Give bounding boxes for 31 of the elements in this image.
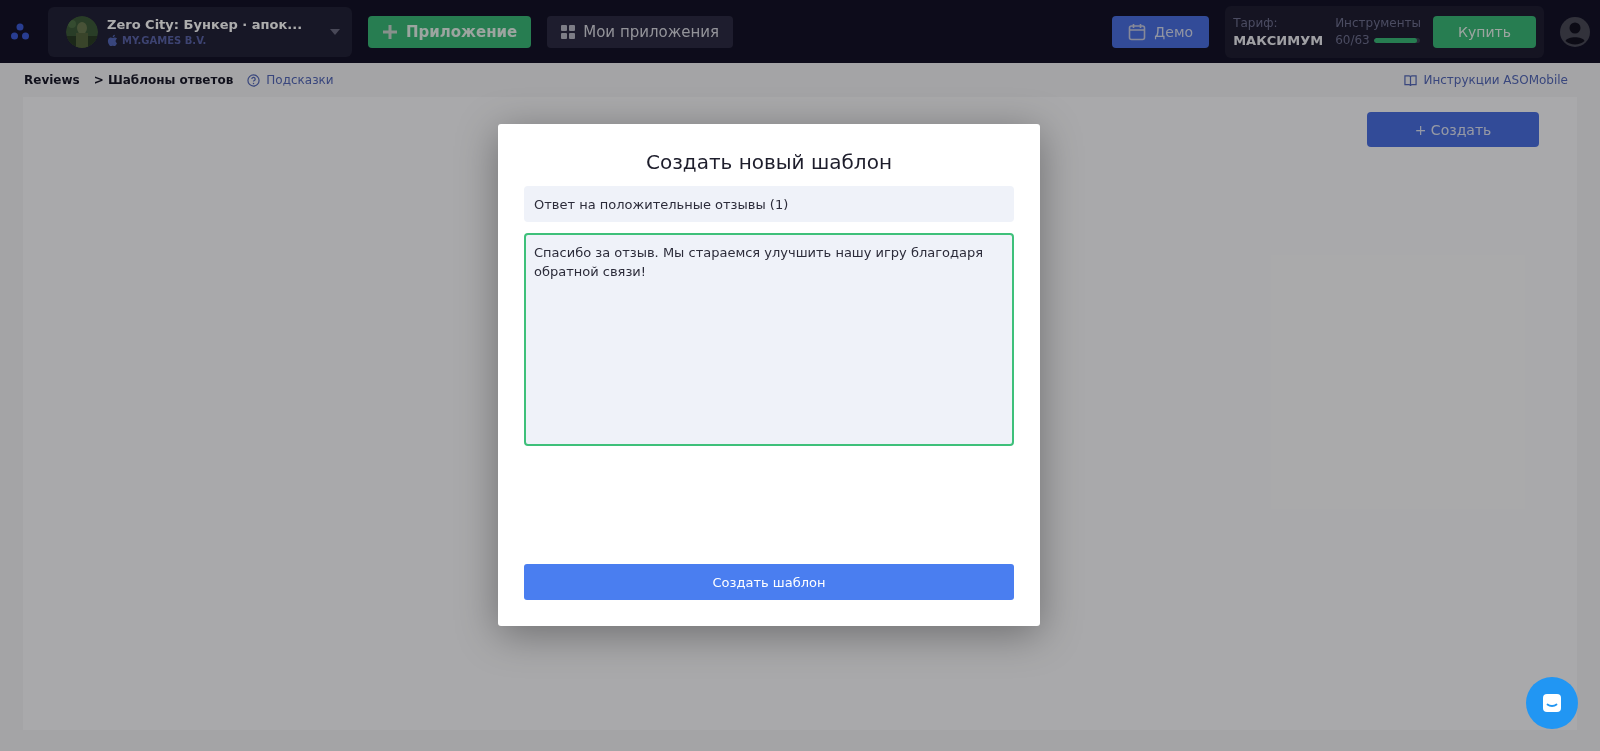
buy-button[interactable]: Купить [1433,15,1536,48]
create-button[interactable]: + Создать [1367,112,1539,147]
breadcrumb-item[interactable]: Reviews [24,73,80,87]
modal-title: Создать новый шаблон [645,150,893,174]
tools-label: Инструменты [1335,16,1421,30]
tools-progress [1373,37,1420,43]
book-icon [1404,73,1418,87]
breadcrumb-item: > Шаблоны ответов [93,73,234,87]
instructions-link[interactable]: Инструкции ASOMobile [1404,73,1568,87]
app-title: Zero City: Бункер · апок... [107,16,304,32]
plan-label: Тариф: [1233,15,1279,30]
tools-count: 60/63 [1335,33,1370,47]
caret-icon [330,28,340,35]
template-name-field[interactable]: Ответ на положительные отзывы (1) [524,186,1014,222]
logo-icon[interactable] [10,21,30,42]
plan-name: МАКСИМУМ [1233,32,1324,48]
grid-icon [561,24,576,39]
add-app-button[interactable]: Приложение [368,15,532,48]
create-template-button[interactable]: Создать шаблон [524,564,1014,600]
publisher-name: MY.GAMES B.V. [122,34,207,46]
calendar-icon [1128,22,1147,41]
template-text-field[interactable]: Спасибо за отзыв. Мы стараемся улучшить нашу игру благодаря обратной связи! [524,233,1014,446]
hints-link[interactable]: Подсказки [247,73,334,87]
apple-icon [107,33,118,47]
demo-button[interactable]: Демо [1112,15,1210,48]
app-selector[interactable]: Zero City: Бункер · апок... MY.GAMES B.V. [48,6,352,57]
my-apps-button[interactable]: Мои приложения [547,15,734,48]
chat-icon [1540,691,1564,715]
user-avatar-icon[interactable] [1560,16,1590,47]
help-icon [247,73,261,87]
plus-icon [382,23,398,40]
